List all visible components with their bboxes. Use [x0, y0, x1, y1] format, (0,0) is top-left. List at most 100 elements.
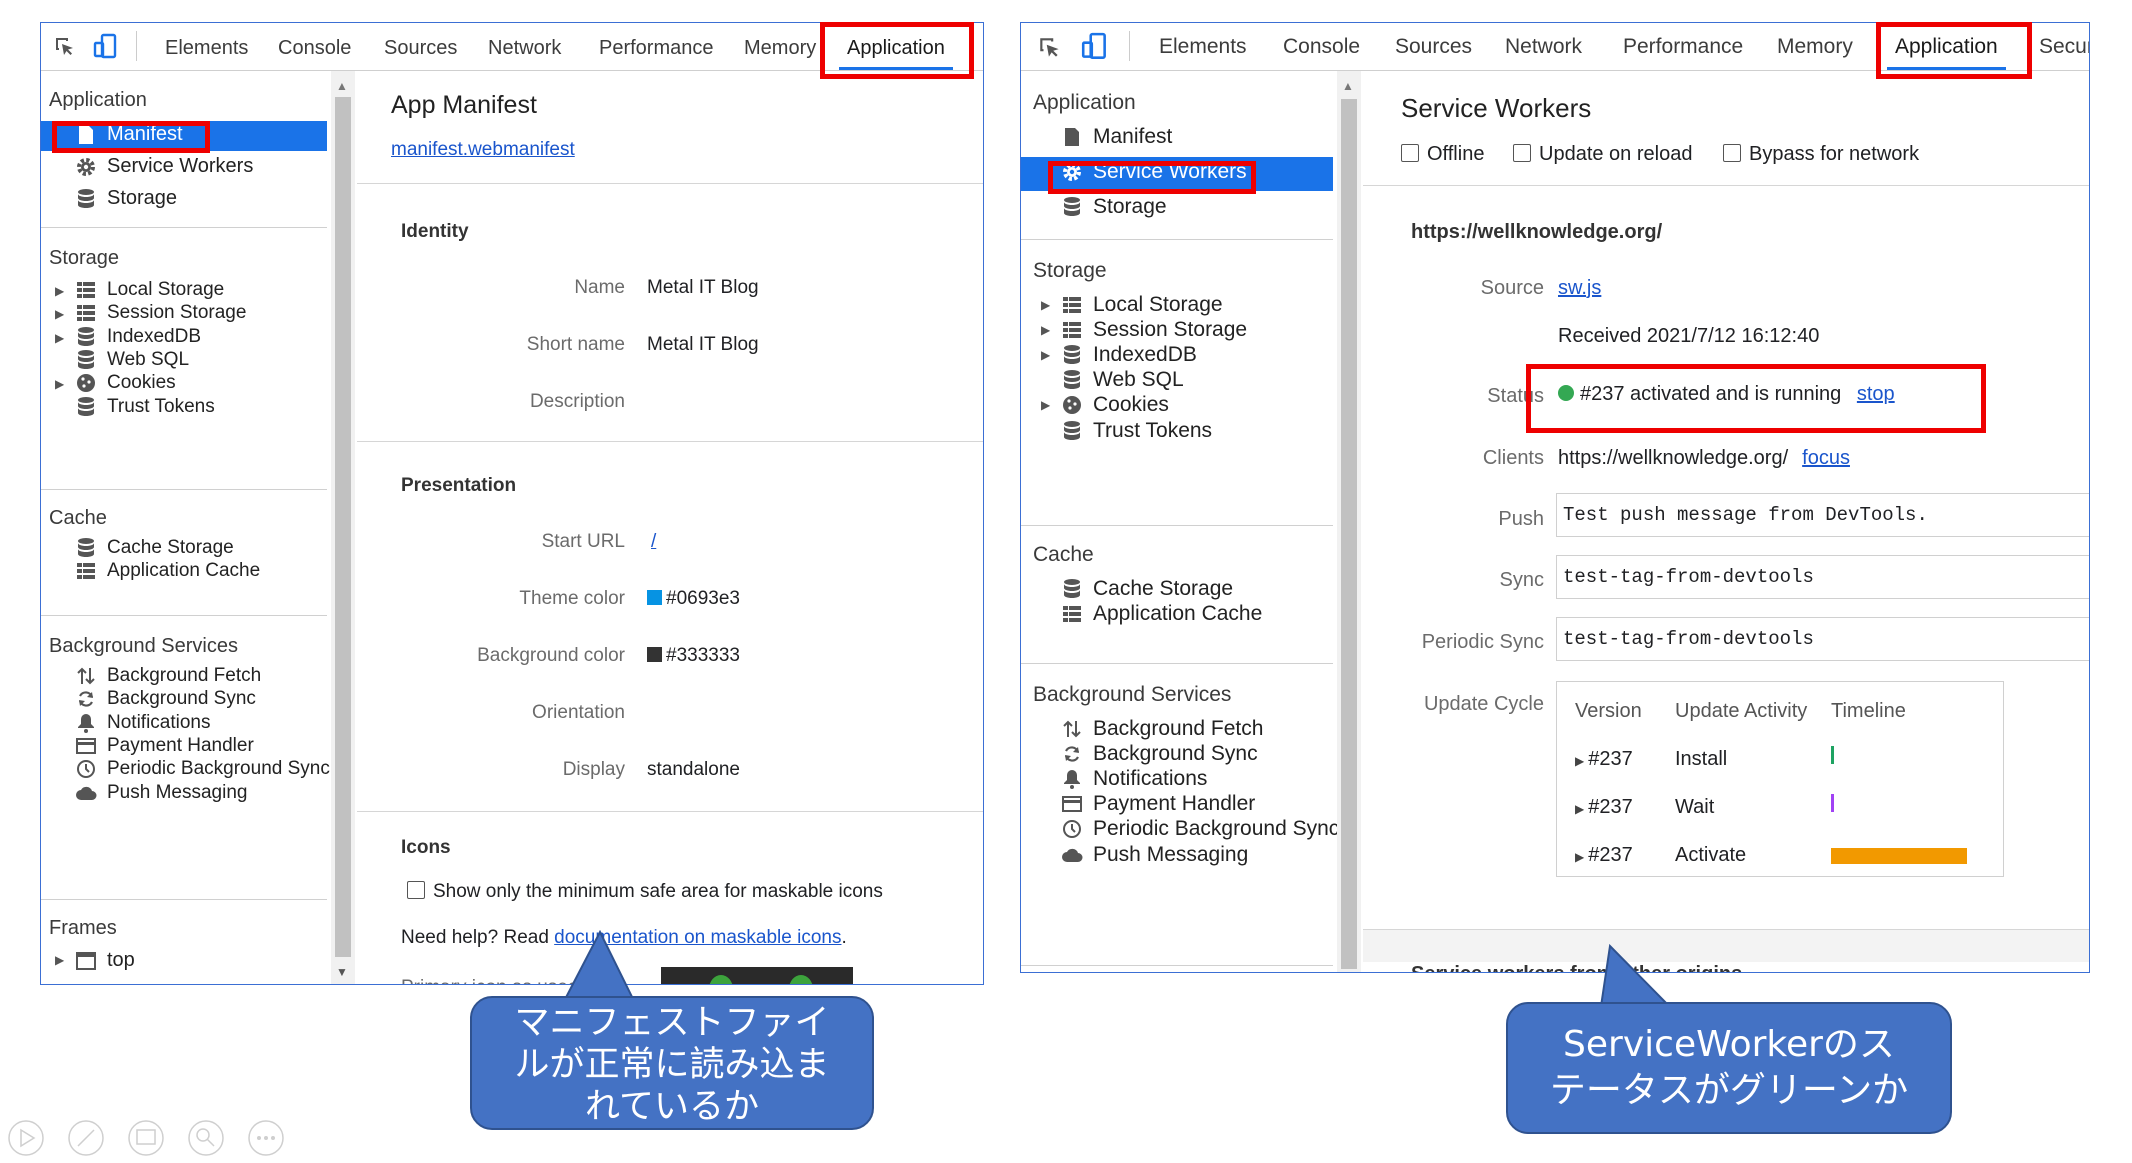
- sidebar-item-cookies[interactable]: ▶ Cookies: [55, 372, 176, 394]
- sidebar-item-application-cache[interactable]: Application Cache: [1061, 602, 1262, 626]
- expand-arrow-icon[interactable]: ▶: [1575, 850, 1584, 864]
- sidebar-item-cache-storage[interactable]: Cache Storage: [1061, 577, 1233, 601]
- origin-heading: https://wellknowledge.org/: [1411, 221, 1663, 243]
- manifest-link[interactable]: manifest.webmanifest: [391, 139, 575, 161]
- sidebar-item-background-sync[interactable]: Background Sync: [1061, 742, 1258, 766]
- timeline-bar-wait: [1831, 794, 1834, 812]
- left-callout-line-1: マニフェストファイ: [514, 1003, 830, 1043]
- tab-performance[interactable]: Performance: [599, 37, 714, 60]
- tab-console[interactable]: Console: [1283, 35, 1360, 59]
- sidebar-item-cache-storage[interactable]: Cache Storage: [75, 537, 234, 559]
- tab-memory[interactable]: Memory: [1777, 35, 1853, 59]
- tab-performance[interactable]: Performance: [1623, 35, 1743, 59]
- tab-network[interactable]: Network: [488, 37, 561, 60]
- sidebar-scrollbar[interactable]: ▲: [1337, 71, 1361, 972]
- background-color-value: #333333: [647, 645, 740, 667]
- slides-icon: [128, 1120, 164, 1156]
- sidebar-item-trust-tokens[interactable]: Trust Tokens: [1061, 419, 1212, 443]
- expand-arrow-icon[interactable]: ▶: [55, 953, 64, 967]
- sidebar-item-local-storage[interactable]: ▶ Local Storage: [1041, 293, 1223, 317]
- tab-sources[interactable]: Sources: [384, 37, 457, 60]
- push-input[interactable]: Test push message from DevTools.: [1556, 493, 2089, 537]
- start-url-link[interactable]: /: [651, 531, 656, 553]
- tab-console[interactable]: Console: [278, 37, 351, 60]
- tab-network[interactable]: Network: [1505, 35, 1582, 59]
- table-row[interactable]: ▶ #237: [1575, 796, 1633, 819]
- tab-elements[interactable]: Elements: [165, 37, 248, 60]
- sidebar-header-frames: Frames: [49, 917, 117, 939]
- sidebar-item-web-sql[interactable]: Web SQL: [75, 349, 189, 371]
- checkbox-icon[interactable]: [1401, 144, 1419, 162]
- sidebar-item-service-workers[interactable]: Service Workers: [75, 155, 253, 178]
- device-toolbar-icon[interactable]: [1081, 32, 1109, 67]
- expand-arrow-icon[interactable]: ▶: [55, 331, 64, 345]
- update-on-reload-checkbox[interactable]: Update on reload: [1513, 143, 1692, 166]
- device-toolbar-icon[interactable]: [93, 33, 119, 66]
- periodic-sync-input[interactable]: test-tag-from-devtools: [1556, 617, 2089, 661]
- sidebar-item-label: IndexedDB: [107, 325, 202, 347]
- display-value: standalone: [647, 759, 740, 780]
- expand-arrow-icon[interactable]: ▶: [1041, 398, 1050, 412]
- push-input-value: Test push message from DevTools.: [1563, 504, 1928, 526]
- sidebar-item-push-messaging[interactable]: Push Messaging: [1061, 843, 1248, 867]
- sidebar-item-web-sql[interactable]: Web SQL: [1061, 368, 1184, 392]
- sidebar-item-session-storage[interactable]: ▶ Session Storage: [55, 302, 246, 324]
- expand-arrow-icon[interactable]: ▶: [55, 284, 64, 298]
- inspect-element-icon[interactable]: [53, 35, 77, 64]
- maskable-checkbox[interactable]: Show only the minimum safe area for mask…: [407, 881, 883, 903]
- expand-arrow-icon[interactable]: ▶: [1041, 323, 1050, 337]
- sidebar-item-notifications[interactable]: Notifications: [1061, 767, 1207, 791]
- sidebar-item-periodic-background-sync[interactable]: Periodic Background Sync: [1061, 817, 1339, 841]
- database-icon: [75, 396, 97, 418]
- sidebar-item-application-cache[interactable]: Application Cache: [75, 560, 260, 582]
- sidebar-item-label: Application Cache: [1093, 602, 1263, 626]
- checkbox-icon[interactable]: [407, 881, 425, 899]
- checkbox-icon[interactable]: [1723, 144, 1741, 162]
- sidebar-item-notifications[interactable]: Notifications: [75, 712, 211, 734]
- source-link[interactable]: sw.js: [1558, 277, 1601, 300]
- sidebar-item-trust-tokens[interactable]: Trust Tokens: [75, 396, 215, 418]
- table-row[interactable]: ▶ #237: [1575, 748, 1633, 771]
- sidebar-item-label: Application Cache: [107, 560, 261, 582]
- sidebar-item-local-storage[interactable]: ▶ Local Storage: [55, 279, 224, 301]
- focus-link[interactable]: focus: [1802, 447, 1850, 469]
- expand-arrow-icon[interactable]: ▶: [1041, 298, 1050, 312]
- sidebar-item-indexeddb[interactable]: ▶ IndexedDB: [1041, 343, 1197, 367]
- bypass-network-checkbox[interactable]: Bypass for network: [1723, 143, 1919, 166]
- sidebar-item-cookies[interactable]: ▶ Cookies: [1041, 393, 1169, 417]
- offline-checkbox[interactable]: Offline: [1401, 143, 1484, 166]
- table-row[interactable]: ▶ #237: [1575, 844, 1633, 867]
- sidebar-item-label: Notifications: [1093, 767, 1208, 791]
- expand-arrow-icon[interactable]: ▶: [1041, 348, 1050, 362]
- sidebar-item-session-storage[interactable]: ▶ Session Storage: [1041, 318, 1247, 342]
- expand-arrow-icon[interactable]: ▶: [55, 377, 64, 391]
- sidebar-item-background-fetch[interactable]: Background Fetch: [1061, 717, 1263, 741]
- tab-security[interactable]: Securi: [2039, 35, 2089, 59]
- sidebar-item-background-sync[interactable]: Background Sync: [75, 688, 256, 710]
- sidebar-scrollbar[interactable]: ▲ ▼: [331, 71, 355, 984]
- sidebar-item-manifest[interactable]: Manifest: [1061, 125, 1172, 149]
- sidebar-item-periodic-background-sync[interactable]: Periodic Background Sync: [75, 758, 330, 780]
- tab-elements[interactable]: Elements: [1159, 35, 1247, 59]
- expand-arrow-icon[interactable]: ▶: [1575, 802, 1584, 816]
- expand-arrow-icon[interactable]: ▶: [1575, 754, 1584, 768]
- sidebar-item-storage[interactable]: Storage: [1061, 195, 1167, 219]
- version-cell: #237: [1588, 748, 1633, 770]
- expand-arrow-icon[interactable]: ▶: [55, 307, 64, 321]
- tab-memory[interactable]: Memory: [744, 37, 816, 60]
- inspect-element-icon[interactable]: [1037, 35, 1063, 66]
- checkbox-icon[interactable]: [1513, 144, 1531, 162]
- sidebar-item-payment-handler[interactable]: Payment Handler: [75, 735, 254, 757]
- sidebar-item-storage[interactable]: Storage: [75, 187, 177, 210]
- sidebar-item-indexeddb[interactable]: ▶ IndexedDB: [55, 325, 202, 348]
- sidebar-item-background-fetch[interactable]: Background Fetch: [75, 665, 261, 687]
- sidebar-item-payment-handler[interactable]: Payment Handler: [1061, 792, 1255, 816]
- right-callout: ServiceWorkerのス テータスがグリーンか: [1506, 1002, 1952, 1134]
- background-color-text: #333333: [666, 645, 740, 666]
- cloud-icon: [75, 782, 97, 804]
- sync-input[interactable]: test-tag-from-devtools: [1556, 555, 2089, 599]
- tab-sources[interactable]: Sources: [1395, 35, 1472, 59]
- name-value: Metal IT Blog: [647, 277, 759, 298]
- sidebar-item-push-messaging[interactable]: Push Messaging: [75, 782, 247, 804]
- sidebar-item-frame-top[interactable]: ▶ top: [55, 949, 135, 972]
